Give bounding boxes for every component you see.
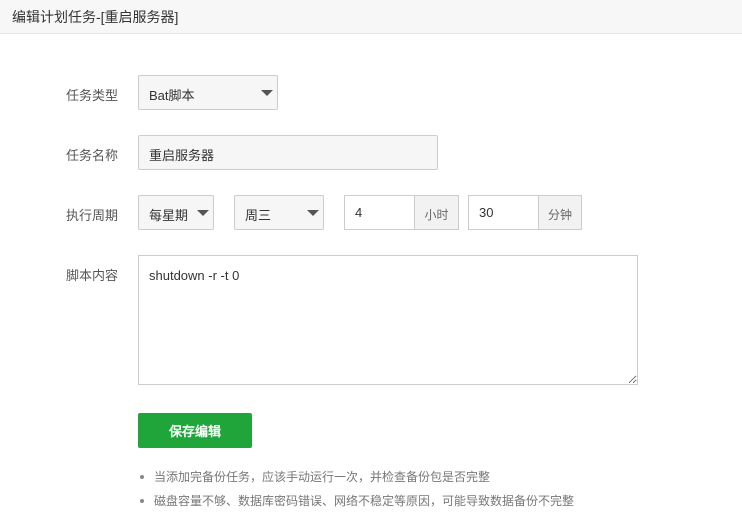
- tip-item: 磁盘容量不够、数据库密码错误、网络不稳定等原因，可能导致数据备份不完整: [138, 489, 574, 513]
- script-label: 脚本内容: [66, 268, 119, 283]
- minute-unit-addon: 分钟: [539, 195, 582, 230]
- minute-value: 30: [479, 205, 494, 220]
- minute-unit-label: 分钟: [547, 208, 572, 222]
- weekday-value: 周三: [245, 208, 272, 223]
- hour-unit-label: 小时: [424, 208, 449, 222]
- dialog-title-bar: 编辑计划任务-[重启服务器]: [0, 0, 742, 34]
- save-edit-button[interactable]: 保存编辑: [138, 413, 252, 448]
- hour-unit-addon: 小时: [415, 195, 459, 230]
- tips-list: 当添加完备份任务，应该手动运行一次，并检查备份包是否完整 磁盘容量不够、数据库密…: [138, 465, 574, 513]
- task-type-select[interactable]: Bat脚本: [138, 75, 278, 110]
- period-label: 执行周期: [66, 208, 119, 223]
- period-cycle-value: 每星期: [149, 208, 189, 223]
- tip-item: 当添加完备份任务，应该手动运行一次，并检查备份包是否完整: [138, 465, 574, 489]
- weekday-select[interactable]: 周三: [234, 195, 324, 230]
- hour-value: 4: [355, 205, 363, 220]
- task-name-label: 任务名称: [66, 148, 119, 163]
- script-textarea[interactable]: shutdown -r -t 0: [138, 255, 638, 385]
- chevron-down-icon: [197, 210, 209, 216]
- task-type-value: Bat脚本: [149, 88, 195, 103]
- hour-input[interactable]: 4: [344, 195, 415, 230]
- dialog-title: 编辑计划任务-[重启服务器]: [12, 9, 179, 25]
- chevron-down-icon: [261, 90, 273, 96]
- task-name-value: 重启服务器: [149, 148, 215, 163]
- task-name-input[interactable]: 重启服务器: [138, 135, 438, 170]
- period-cycle-select[interactable]: 每星期: [138, 195, 214, 230]
- minute-input[interactable]: 30: [468, 195, 539, 230]
- task-type-label: 任务类型: [66, 88, 119, 103]
- chevron-down-icon: [307, 210, 319, 216]
